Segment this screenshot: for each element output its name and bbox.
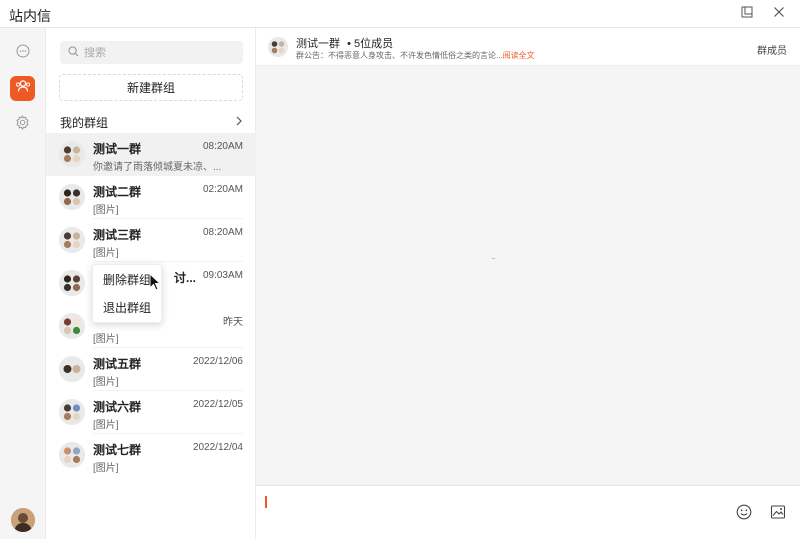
group-row[interactable]: 测试七群 2022/12/04 [图片] [46, 434, 256, 477]
title-bar: 站内信 [0, 0, 800, 28]
chat-panel: 测试一群 • 5位成员 群公告：不得恶意人身攻击、不许发色情低俗之类的言论...… [256, 28, 800, 539]
user-avatar[interactable] [11, 508, 35, 532]
group-last-message: [图片] [93, 420, 119, 431]
group-time: 昨天 [223, 317, 243, 328]
search-input[interactable] [84, 46, 234, 59]
group-time: 08:20AM [202, 141, 243, 152]
group-name: 测试一群 [93, 142, 142, 156]
rail-chat-button[interactable] [10, 41, 35, 66]
group-time: 2022/12/05 [192, 399, 243, 410]
group-last-message: [图片] [93, 334, 119, 345]
search-box[interactable] [60, 41, 243, 64]
mouse-pointer-icon [149, 272, 162, 296]
group-name: 测试六群 [93, 400, 142, 414]
group-row[interactable]: 测试五群 2022/12/06 [图片] [46, 348, 256, 391]
rail-groups-button[interactable] [10, 76, 35, 101]
image-icon [770, 504, 786, 525]
my-groups-label: 我的群组 [60, 115, 109, 130]
group-row[interactable]: 测试一群 08:20AM 你邀请了雨落倾城夏未凉、... [46, 133, 256, 176]
group-avatar [59, 184, 85, 210]
group-name: 测试二群 [93, 185, 142, 199]
group-avatar [59, 141, 85, 167]
close-window-button[interactable] [769, 4, 789, 24]
group-last-message: [图片] [93, 248, 119, 259]
emoji-icon [736, 504, 752, 525]
restore-window-button[interactable] [737, 4, 757, 24]
group-avatar [59, 270, 85, 296]
emoji-button[interactable] [735, 504, 753, 525]
group-row[interactable]: 测试六群 2022/12/05 [图片] [46, 391, 256, 434]
exit-group-menu-item[interactable]: 退出群组 [93, 293, 161, 321]
group-avatar [59, 227, 85, 253]
group-last-message: [图片] [93, 463, 119, 474]
group-time: 2022/12/04 [192, 442, 243, 453]
group-avatar [59, 356, 85, 382]
group-notice: 群公告：不得恶意人身攻击、不许发色情低俗之类的言论...阅读全文 [296, 50, 535, 61]
group-icon [15, 79, 31, 98]
restore-icon [741, 5, 753, 23]
group-time: 02:20AM [202, 184, 243, 195]
group-row[interactable]: 测试二群 02:20AM [图片] [46, 176, 256, 219]
my-groups-header[interactable]: 我的群组 [60, 114, 243, 130]
member-count: • 5位成员 [347, 38, 394, 50]
message-area[interactable] [256, 66, 800, 485]
group-name: 测试七群 [93, 443, 142, 457]
chevron-right-icon [235, 115, 243, 129]
text-caret [265, 496, 267, 508]
group-members-button[interactable]: 群成员 [757, 42, 787, 57]
chat-title: 测试一群 • 5位成员 [296, 35, 393, 51]
settings-icon [15, 114, 30, 135]
group-name: 讨... [174, 271, 197, 285]
group-time: 2022/12/06 [192, 356, 243, 367]
chat-group-avatar [268, 37, 288, 57]
new-group-button[interactable]: 新建群组 [59, 74, 243, 101]
group-last-message: [图片] [93, 377, 119, 388]
left-rail [0, 28, 46, 539]
group-avatar [59, 399, 85, 425]
read-full-notice-link[interactable]: 阅读全文 [503, 51, 535, 60]
search-icon [68, 44, 79, 62]
group-last-message: 你邀请了雨落倾城夏未凉、... [93, 162, 222, 173]
group-last-message: [图片] [93, 205, 119, 216]
group-time: 08:20AM [202, 227, 243, 238]
message-composer[interactable] [256, 485, 800, 539]
chat-header: 测试一群 • 5位成员 群公告：不得恶意人身攻击、不许发色情低俗之类的言论...… [256, 28, 800, 66]
group-row[interactable]: 测试三群 08:20AM [图片] [46, 219, 256, 262]
window-title: 站内信 [9, 8, 51, 24]
image-button[interactable] [769, 504, 787, 525]
group-name: 测试三群 [93, 228, 142, 242]
rail-settings-button[interactable] [10, 112, 35, 137]
chat-group-name: 测试一群 [296, 38, 340, 50]
group-avatar [59, 313, 85, 339]
group-notice-text: 群公告：不得恶意人身攻击、不许发色情低俗之类的言论... [296, 51, 503, 60]
group-name: 测试五群 [93, 357, 142, 371]
group-time: 09:03AM [202, 270, 243, 281]
close-icon [773, 5, 785, 23]
loading-indicator [492, 258, 495, 259]
group-avatar [59, 442, 85, 468]
chat-bubble-icon [16, 44, 30, 63]
